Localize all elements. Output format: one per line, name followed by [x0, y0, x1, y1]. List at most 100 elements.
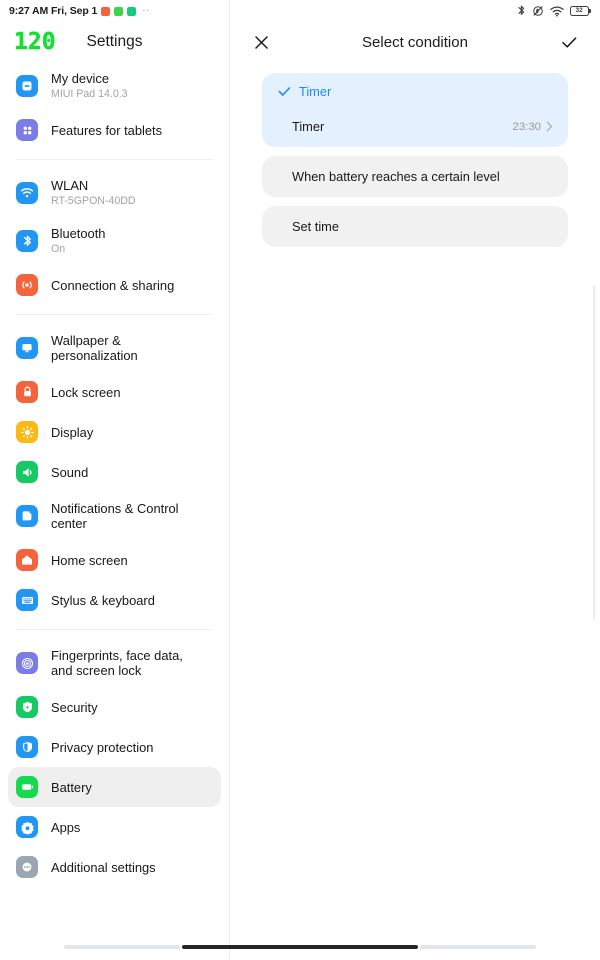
security-shield-icon — [16, 696, 38, 718]
sidebar-item-sublabel: On — [51, 243, 66, 255]
sidebar-item-battery[interactable]: Battery — [8, 767, 221, 807]
check-icon — [561, 36, 576, 48]
device-icon — [16, 75, 38, 97]
sidebar-item-sublabel: MIUI Pad 14.0.3 — [51, 88, 128, 100]
status-bar: 9:27 AM Fri, Sep 1 ·· 32 — [0, 0, 600, 22]
sidebar-item-wlan[interactable]: WLAN RT-5GPON-40DD — [8, 169, 221, 217]
wallpaper-icon — [16, 337, 38, 359]
sidebar-item-security[interactable]: Security — [8, 687, 221, 727]
option-set-time-row[interactable]: Set time — [262, 206, 568, 247]
sidebar-item-label: Home screen — [51, 552, 128, 568]
status-app-icon-orange — [101, 6, 111, 16]
sidebar-item-label: Additional settings — [51, 859, 156, 875]
sidebar-item-label: Apps — [51, 819, 81, 835]
sidebar-item-lock-screen[interactable]: Lock screen — [8, 372, 221, 412]
condition-options-list: Timer Timer 23:30 When battery reaches a… — [230, 62, 600, 247]
connection-sharing-icon — [16, 274, 38, 296]
sound-speaker-icon — [16, 461, 38, 483]
sidebar-item-fingerprints[interactable]: Fingerprints, face data, and screen lock — [8, 639, 221, 687]
sidebar-item-my-device[interactable]: My device MIUI Pad 14.0.3 — [8, 62, 221, 110]
sidebar-item-label: WLAN — [51, 178, 89, 193]
sidebar-item-label: Connection & sharing — [51, 277, 175, 293]
sidebar-item-label: Features for tablets — [51, 122, 163, 138]
status-app-icon-teal — [127, 6, 137, 16]
chevron-right-icon — [546, 121, 553, 132]
sidebar-item-label: Display — [51, 424, 94, 440]
option-label: Timer — [299, 84, 332, 99]
display-brightness-icon — [16, 421, 38, 443]
sidebar-item-features-for-tablets[interactable]: Features for tablets — [8, 110, 221, 150]
sidebar-item-label: Stylus & keyboard — [51, 592, 155, 608]
notifications-icon — [16, 505, 38, 527]
status-bar-right: 32 — [517, 5, 600, 17]
panel-header: Select condition — [230, 22, 600, 62]
select-condition-panel: Select condition Timer Timer 23:30 When … — [230, 0, 600, 960]
additional-settings-icon — [16, 856, 38, 878]
battery-level-text: 32 — [575, 6, 583, 14]
sidebar-item-wallpaper[interactable]: Wallpaper & personalization — [8, 324, 221, 372]
lock-icon — [16, 381, 38, 403]
close-button[interactable] — [248, 29, 274, 55]
check-icon — [277, 86, 292, 97]
status-app-icon-green — [114, 6, 124, 16]
sidebar-header: 120 Settings — [0, 22, 229, 62]
sidebar-item-apps[interactable]: Apps — [8, 807, 221, 847]
tablet-features-icon — [16, 119, 38, 141]
sidebar-item-sublabel: RT-5GPON-40DD — [51, 195, 136, 207]
sidebar-group-personalization: Wallpaper & personalization Lock screen — [0, 324, 229, 620]
option-timer-value: 23:30 — [512, 121, 553, 133]
status-bar-left: 9:27 AM Fri, Sep 1 ·· — [0, 5, 150, 17]
app-root: 9:27 AM Fri, Sep 1 ·· 32 120 Settings My… — [0, 0, 600, 960]
sidebar-item-label: Privacy protection — [51, 739, 154, 755]
sidebar-item-home-screen[interactable]: Home screen — [8, 540, 221, 580]
sidebar-item-bluetooth[interactable]: Bluetooth On — [8, 217, 221, 265]
option-card-battery-level[interactable]: When battery reaches a certain level — [262, 156, 568, 197]
option-timer-header[interactable]: Timer — [262, 73, 568, 110]
option-label: When battery reaches a certain level — [292, 169, 500, 184]
option-battery-level-row[interactable]: When battery reaches a certain level — [262, 156, 568, 197]
option-card-set-time[interactable]: Set time — [262, 206, 568, 247]
home-icon — [16, 549, 38, 571]
page-title: Settings — [86, 33, 143, 50]
mute-icon — [532, 6, 543, 16]
battery-icon: 32 — [569, 6, 591, 16]
sidebar-item-connection-sharing[interactable]: Connection & sharing — [8, 265, 221, 305]
sidebar-item-additional-settings[interactable]: Additional settings — [8, 847, 221, 887]
option-timer-value-row[interactable]: Timer 23:30 — [262, 110, 568, 147]
sidebar-group-device: My device MIUI Pad 14.0.3 Features for t… — [0, 62, 229, 150]
sidebar-divider — [16, 314, 213, 315]
wifi-icon — [16, 182, 38, 204]
sidebar-item-display[interactable]: Display — [8, 412, 221, 452]
sidebar-item-label: Sound — [51, 464, 89, 480]
wifi-icon — [549, 5, 564, 16]
sidebar-item-sound[interactable]: Sound — [8, 452, 221, 492]
fingerprint-icon — [16, 652, 38, 674]
option-card-timer[interactable]: Timer Timer 23:30 — [262, 73, 568, 147]
status-overflow-dots: ·· — [142, 5, 150, 16]
option-sub-label: Timer — [292, 119, 325, 134]
bluetooth-icon — [518, 5, 524, 15]
bluetooth-icon — [16, 230, 38, 252]
sidebar-item-label: Security — [51, 699, 98, 715]
sidebar-item-stylus-keyboard[interactable]: Stylus & keyboard — [8, 580, 221, 620]
panel-title: Select condition — [362, 33, 468, 51]
settings-sidebar[interactable]: 120 Settings My device MIUI Pad 14.0.3 F… — [0, 0, 230, 960]
sidebar-item-label: Wallpaper & personalization — [51, 333, 138, 363]
battery-icon — [16, 776, 38, 798]
sidebar-group-network: WLAN RT-5GPON-40DD Bluetooth On Connecti… — [0, 169, 229, 305]
privacy-icon — [16, 736, 38, 758]
apps-icon — [16, 816, 38, 838]
sidebar-item-privacy-protection[interactable]: Privacy protection — [8, 727, 221, 767]
sidebar-divider — [16, 629, 213, 630]
sidebar-item-notifications[interactable]: Notifications & Control center — [8, 492, 221, 540]
confirm-button[interactable] — [556, 29, 582, 55]
sidebar-item-label: Lock screen — [51, 384, 121, 400]
sidebar-item-label: Fingerprints, face data, and screen lock — [51, 648, 183, 678]
sidebar-group-security: Fingerprints, face data, and screen lock… — [0, 639, 229, 887]
sidebar-item-label: Notifications & Control center — [51, 501, 179, 531]
panel-scrollbar[interactable] — [592, 285, 595, 620]
option-label: Set time — [292, 219, 339, 234]
sidebar-item-label: Bluetooth — [51, 226, 106, 241]
sidebar-divider — [16, 159, 213, 160]
timer-value-text: 23:30 — [512, 120, 541, 133]
